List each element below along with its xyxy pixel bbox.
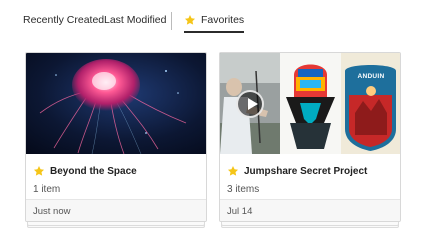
collection-title: Beyond the Space [33,165,137,177]
play-icon[interactable] [236,90,264,118]
tab-favorites-label: Favorites [201,14,245,26]
date-label: Just now [33,206,71,217]
video-thumbnail[interactable] [220,53,280,154]
collection-thumbnail[interactable] [26,53,206,154]
collection-card-stack: Beyond the Space 1 item Just now [25,52,207,228]
tab-last-modified[interactable]: Last Modified [104,14,166,26]
card-footer: Jul 14 [220,199,400,221]
collection-title-text[interactable]: Beyond the Space [50,166,137,177]
item-count: 1 item [33,184,61,195]
date-label: Jul 14 [227,206,253,217]
star-icon [184,15,196,25]
tab-divider [171,12,172,30]
tab-recently-created[interactable]: Recently Created [23,14,104,26]
star-icon[interactable] [33,165,45,177]
tab-favorites[interactable]: Favorites [184,14,245,33]
collection-card[interactable]: Beyond the Space 1 item Just now [25,52,207,222]
tab-bar: Recently Created Last Modified Favorites [0,0,423,44]
jellyfish-image [26,53,206,154]
collection-card-stack: ANDUIN Jumpshare Secret Project 3 items … [219,52,401,228]
item-count: 3 items [227,184,260,195]
badge-illustration [341,53,400,154]
star-icon[interactable] [227,165,239,177]
image-thumbnail[interactable] [280,53,341,154]
image-thumbnail[interactable]: ANDUIN [341,53,400,154]
collection-card[interactable]: ANDUIN Jumpshare Secret Project 3 items … [219,52,401,222]
collection-title-text[interactable]: Jumpshare Secret Project [244,166,367,177]
card-footer: Just now [26,199,206,221]
badge-text: ANDUIN [357,73,385,80]
helmet-illustration [280,53,341,154]
collection-title: Jumpshare Secret Project [227,165,367,177]
collection-thumbnail[interactable]: ANDUIN [220,53,400,154]
